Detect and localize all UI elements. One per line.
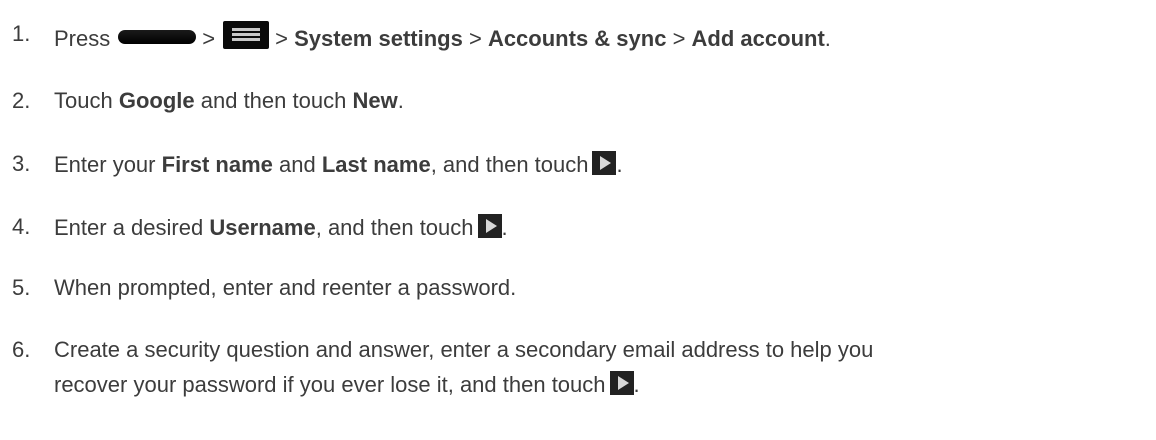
separator: > bbox=[275, 26, 288, 51]
step-number: 5. bbox=[12, 275, 31, 300]
menu-path-accounts-sync: Accounts & sync bbox=[487, 26, 667, 51]
text-press: Press bbox=[54, 26, 111, 51]
next-arrow-icon bbox=[477, 214, 502, 238]
step-number: 1. bbox=[12, 21, 31, 46]
step-number: 3. bbox=[12, 151, 31, 176]
separator: > bbox=[672, 26, 686, 51]
step-text-line-1: Create a security question and answer, e… bbox=[54, 337, 874, 362]
home-button-icon bbox=[118, 30, 197, 44]
text-and: and bbox=[279, 152, 316, 177]
separator: > bbox=[468, 26, 482, 51]
period: . bbox=[633, 372, 640, 397]
field-first-name: First name bbox=[161, 152, 273, 177]
field-last-name: Last name bbox=[321, 152, 431, 177]
field-username: Username bbox=[209, 215, 316, 240]
step-text: Enter your First name and Last name, and… bbox=[54, 151, 623, 178]
next-arrow-icon bbox=[592, 151, 617, 175]
menu-path-system-settings: System settings bbox=[294, 26, 463, 51]
period: . bbox=[824, 26, 831, 51]
text-enter-your: Enter your bbox=[54, 152, 156, 177]
step-text: Touch Google and then touch New. bbox=[54, 88, 404, 114]
step-text: Press > > System settings > Accounts & syn… bbox=[54, 21, 831, 52]
step-text: When prompted, enter and reenter a passw… bbox=[54, 275, 517, 300]
option-new: New bbox=[352, 88, 398, 113]
text-enter-desired: Enter a desired bbox=[54, 215, 204, 240]
text-and-then-touch: , and then touch bbox=[430, 152, 589, 177]
menu-button-icon bbox=[223, 21, 270, 49]
text-and-then-touch: , and then touch bbox=[315, 215, 474, 240]
separator: > bbox=[202, 26, 216, 51]
step-text: Enter a desired Username, and then touch… bbox=[54, 214, 508, 241]
text-and-then-touch: and then touch bbox=[200, 88, 347, 113]
period: . bbox=[501, 215, 508, 240]
period: . bbox=[616, 152, 623, 177]
text-touch: Touch bbox=[54, 88, 113, 113]
text-recover: recover your password if you ever lose i… bbox=[54, 372, 606, 397]
step-number: 2. bbox=[12, 88, 31, 113]
step-number: 4. bbox=[12, 214, 31, 239]
menu-path-add-account: Add account bbox=[691, 26, 825, 51]
step-number: 6. bbox=[12, 337, 31, 362]
option-google: Google bbox=[118, 88, 195, 113]
next-arrow-icon bbox=[609, 371, 634, 395]
step-text-line-2: recover your password if you ever lose i… bbox=[54, 371, 640, 398]
period: . bbox=[397, 88, 404, 113]
